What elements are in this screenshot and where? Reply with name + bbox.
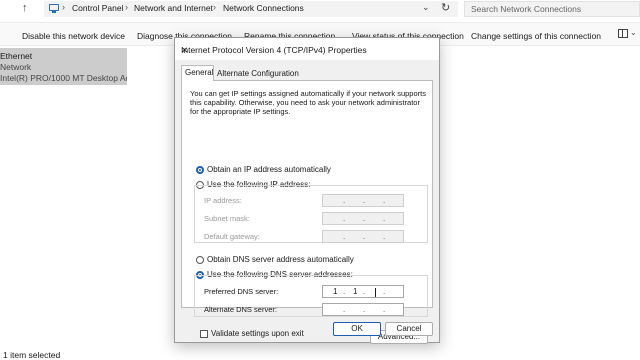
chevron-right-icon: › [62,2,65,12]
tab-alternate-configuration[interactable]: Alternate Configuration [214,66,299,80]
ipv4-properties-dialog: Internet Protocol Version 4 (TCP/IPv4) P… [174,37,440,344]
chevron-right-icon: › [213,2,216,12]
chevron-down-icon[interactable]: ⌄ [422,2,430,13]
preferred-dns-label: Preferred DNS server: [204,287,279,296]
default-gateway-field: ... [322,230,404,243]
alternate-dns-field[interactable]: ... [322,303,404,316]
dialog-title: Internet Protocol Version 4 (TCP/IPv4) P… [181,45,367,55]
adapter-tile-ethernet[interactable]: Ethernet Network Intel(R) PRO/1000 MT De… [0,48,127,85]
alternate-dns-label: Alternate DNS server: [204,305,277,314]
view-layout-icon[interactable] [618,29,628,38]
breadcrumb-network-connections[interactable]: Network Connections [223,3,304,13]
address-bar: ↑ › Control Panel › Network and Internet… [0,0,640,20]
text-cursor [375,288,376,297]
subnet-mask-field: ... [322,212,404,225]
ok-button[interactable]: OK [333,322,381,336]
close-icon[interactable]: ✕ [181,45,188,56]
chevron-right-icon: › [125,2,128,12]
ip-address-field: ... [322,194,404,207]
default-gateway-label: Default gateway: [204,232,260,241]
search-input[interactable]: Search Network Connections [464,1,640,17]
preferred-dns-field[interactable]: 1 . 1 . . [322,285,404,298]
ip-address-group: IP address: ... Subnet mask: ... Default… [194,185,428,243]
general-panel: You can get IP settings assigned automat… [181,80,433,344]
validate-checkbox[interactable] [200,330,208,338]
refresh-icon[interactable]: ↻ [441,1,450,14]
change-settings-button[interactable]: Change settings of this connection [471,31,601,41]
adapter-device: Intel(R) PRO/1000 MT Desktop Ad... [0,73,127,83]
breadcrumb-control-panel[interactable]: Control Panel [72,3,124,13]
dialog-titlebar[interactable]: Internet Protocol Version 4 (TCP/IPv4) P… [175,38,439,60]
dns-auto-radio[interactable] [196,256,204,264]
search-placeholder: Search Network Connections [471,4,582,14]
validate-label[interactable]: Validate settings upon exit [211,329,304,338]
ip-address-label: IP address: [204,196,242,205]
cancel-button[interactable]: Cancel [385,322,433,336]
adapter-network: Network [0,62,32,72]
chevron-down-icon[interactable]: ⌄ [630,28,637,37]
subnet-mask-label: Subnet mask: [204,214,250,223]
up-arrow-icon[interactable]: ↑ [22,2,28,14]
dns-auto-label[interactable]: Obtain DNS server address automatically [207,255,354,264]
intro-text: You can get IP settings assigned automat… [190,89,426,116]
preferred-dns-octet-1: 1 [333,287,338,296]
tab-general[interactable]: General [181,65,214,81]
control-panel-icon [49,4,59,13]
status-text: 1 item selected [3,350,61,360]
dns-server-group: Preferred DNS server: 1 . 1 . . Alternat… [194,275,428,317]
preferred-dns-octet-2: 1 [353,287,358,296]
breadcrumb-network-and-internet[interactable]: Network and Internet [134,3,213,13]
ip-auto-label[interactable]: Obtain an IP address automatically [207,165,331,174]
disable-device-button[interactable]: Disable this network device [22,31,125,41]
ip-auto-radio[interactable] [196,166,204,174]
adapter-name: Ethernet [0,51,33,61]
